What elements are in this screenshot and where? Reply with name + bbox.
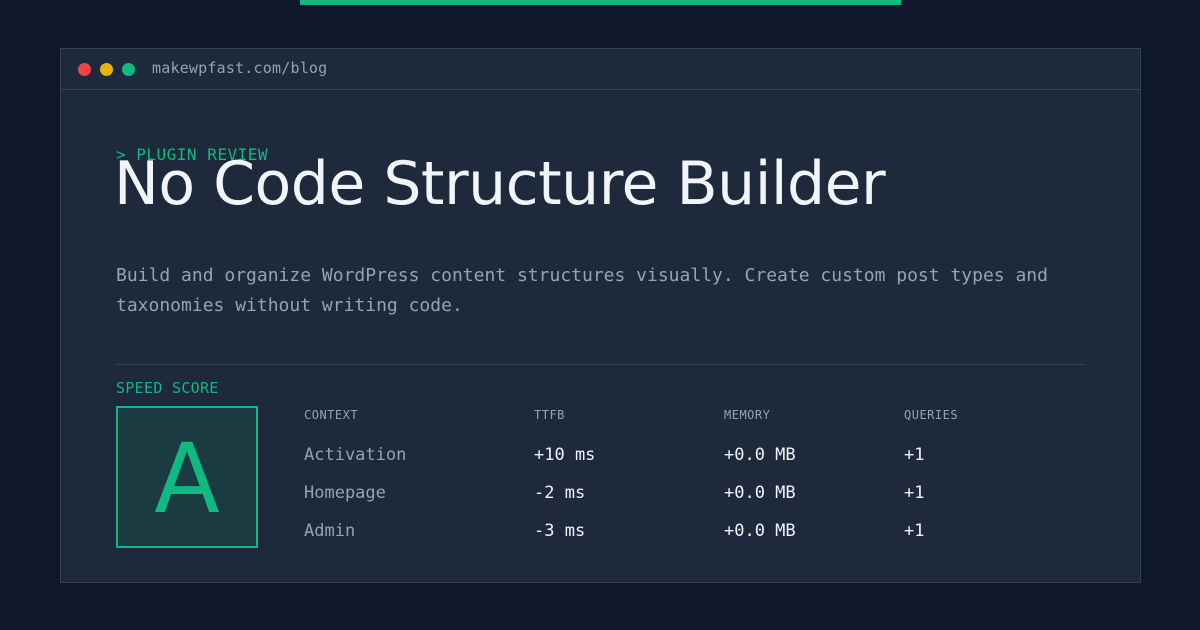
window-titlebar: makewpfast.com/blog [61,49,1140,90]
row-admin-queries: +1 [904,521,925,541]
row-admin-memory: +0.0 MB [724,521,796,541]
speed-score-label: SPEED SCORE [116,379,219,397]
top-accent-bar [300,0,901,5]
row-admin-context: Admin [304,521,356,541]
row-activation-queries: +1 [904,445,925,465]
close-window-dot-icon[interactable] [78,63,91,76]
row-activation-context: Activation [304,445,407,465]
column-header-memory: MEMORY [724,408,771,422]
row-activation-memory: +0.0 MB [724,445,796,465]
minimize-window-dot-icon[interactable] [100,63,113,76]
browser-window: makewpfast.com/blog > PLUGIN REVIEW No C… [60,48,1141,583]
column-header-queries: QUERIES [904,408,959,422]
page-title: No Code Structure Builder [114,149,886,219]
maximize-window-dot-icon[interactable] [122,63,135,76]
row-homepage-queries: +1 [904,483,925,503]
row-homepage-memory: +0.0 MB [724,483,796,503]
plugin-description: Build and organize WordPress content str… [116,265,1048,316]
row-homepage-context: Homepage [304,483,386,503]
row-admin-ttfb: -3 ms [534,521,586,541]
row-homepage-ttfb: -2 ms [534,483,586,503]
speed-grade: A [154,423,220,535]
section-divider [116,364,1086,365]
column-header-ttfb: TTFB [534,408,565,422]
speed-grade-badge: A [116,406,258,548]
column-header-context: CONTEXT [304,408,359,422]
row-activation-ttfb: +10 ms [534,445,596,465]
address-url: makewpfast.com/blog [152,59,328,77]
